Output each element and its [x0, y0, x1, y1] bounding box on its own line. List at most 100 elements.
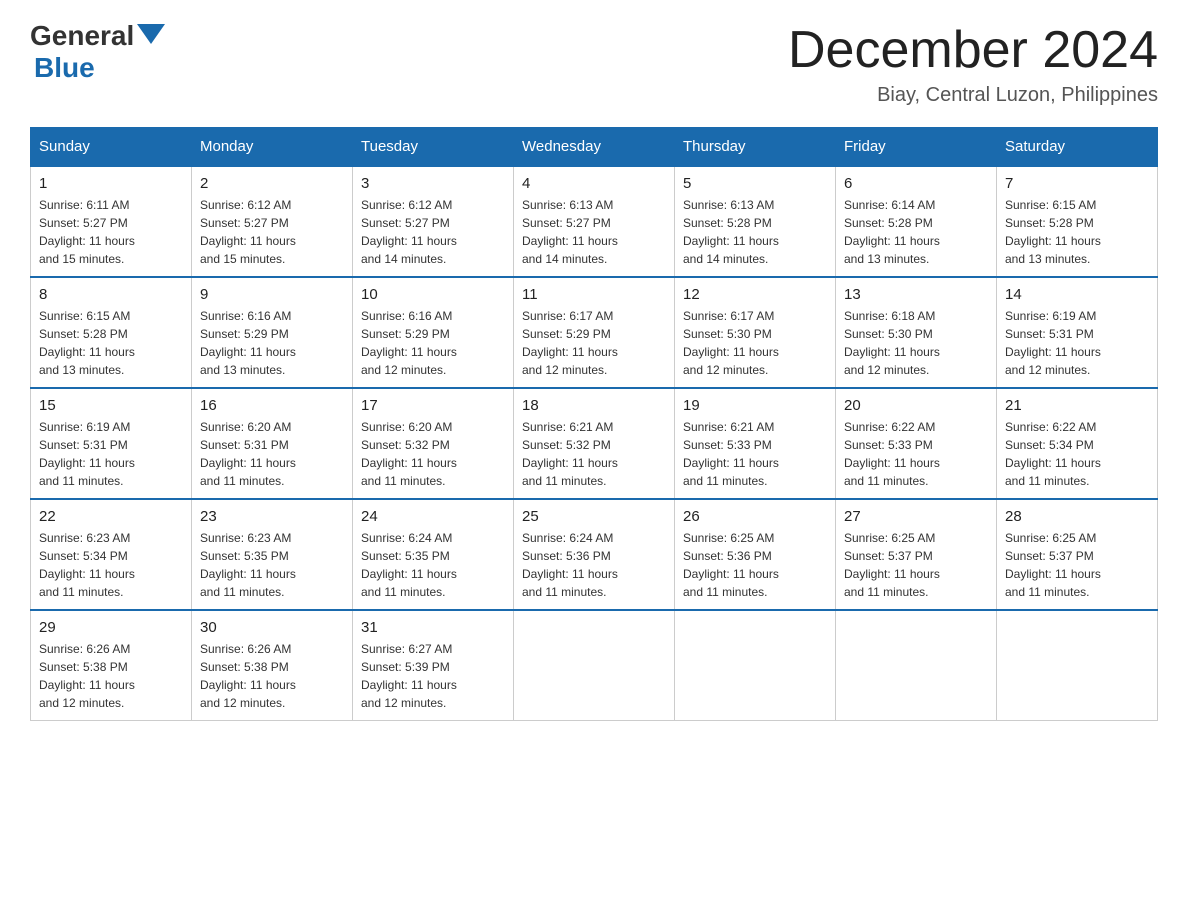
day-number: 16 [200, 397, 344, 414]
day-info: Sunrise: 6:15 AMSunset: 5:28 PMDaylight:… [39, 307, 183, 379]
calendar-cell: 6 Sunrise: 6:14 AMSunset: 5:28 PMDaylight… [836, 166, 997, 277]
day-number: 13 [844, 286, 988, 303]
calendar-body: 1 Sunrise: 6:11 AMSunset: 5:27 PMDaylight… [31, 166, 1158, 721]
calendar-cell: 7 Sunrise: 6:15 AMSunset: 5:28 PMDaylight… [997, 166, 1158, 277]
day-number: 11 [522, 286, 666, 303]
day-number: 5 [683, 175, 827, 192]
day-number: 17 [361, 397, 505, 414]
day-info: Sunrise: 6:19 AMSunset: 5:31 PMDaylight:… [1005, 307, 1149, 379]
calendar-cell: 4Sunrise: 6:13 AMSunset: 5:27 PMDaylight… [514, 166, 675, 277]
calendar-cell: 25 Sunrise: 6:24 AMSunset: 5:36 PMDayligh… [514, 499, 675, 610]
day-info: Sunrise: 6:17 AMSunset: 5:29 PMDaylight:… [522, 307, 666, 379]
calendar-week-row: 1 Sunrise: 6:11 AMSunset: 5:27 PMDaylight… [31, 166, 1158, 277]
day-info: Sunrise: 6:11 AMSunset: 5:27 PMDaylight:… [39, 196, 183, 268]
day-number: 30 [200, 619, 344, 636]
calendar-cell: 27 Sunrise: 6:25 AMSunset: 5:37 PMDayligh… [836, 499, 997, 610]
day-header-monday: Monday [192, 128, 353, 167]
calendar-cell: 21 Sunrise: 6:22 AMSunset: 5:34 PMDayligh… [997, 388, 1158, 499]
day-number: 14 [1005, 286, 1149, 303]
day-number: 23 [200, 508, 344, 525]
calendar-cell: 11 Sunrise: 6:17 AMSunset: 5:29 PMDayligh… [514, 277, 675, 388]
calendar-cell: 2 Sunrise: 6:12 AMSunset: 5:27 PMDaylight… [192, 166, 353, 277]
day-number: 10 [361, 286, 505, 303]
calendar-cell: 24 Sunrise: 6:24 AMSunset: 5:35 PMDayligh… [353, 499, 514, 610]
day-header-tuesday: Tuesday [353, 128, 514, 167]
day-header-thursday: Thursday [675, 128, 836, 167]
location-subtitle: Biay, Central Luzon, Philippines [788, 84, 1158, 107]
calendar-cell [836, 610, 997, 721]
day-number: 6 [844, 175, 988, 192]
day-info: Sunrise: 6:20 AMSunset: 5:31 PMDaylight:… [200, 418, 344, 490]
day-info: Sunrise: 6:12 AMSunset: 5:27 PMDaylight:… [361, 196, 505, 268]
day-info: Sunrise: 6:25 AMSunset: 5:36 PMDaylight:… [683, 529, 827, 601]
day-info: Sunrise: 6:24 AMSunset: 5:35 PMDaylight:… [361, 529, 505, 601]
calendar-week-row: 15 Sunrise: 6:19 AMSunset: 5:31 PMDayligh… [31, 388, 1158, 499]
calendar-cell: 9Sunrise: 6:16 AMSunset: 5:29 PMDaylight… [192, 277, 353, 388]
day-info: Sunrise: 6:17 AMSunset: 5:30 PMDaylight:… [683, 307, 827, 379]
day-info: Sunrise: 6:18 AMSunset: 5:30 PMDaylight:… [844, 307, 988, 379]
month-title: December 2024 [788, 20, 1158, 80]
day-number: 2 [200, 175, 344, 192]
day-number: 31 [361, 619, 505, 636]
calendar-cell: 20Sunrise: 6:22 AMSunset: 5:33 PMDayligh… [836, 388, 997, 499]
calendar-table: SundayMondayTuesdayWednesdayThursdayFrid… [30, 127, 1158, 721]
day-info: Sunrise: 6:15 AMSunset: 5:28 PMDaylight:… [1005, 196, 1149, 268]
calendar-cell: 30 Sunrise: 6:26 AMSunset: 5:38 PMDayligh… [192, 610, 353, 721]
day-info: Sunrise: 6:19 AMSunset: 5:31 PMDaylight:… [39, 418, 183, 490]
day-info: Sunrise: 6:24 AMSunset: 5:36 PMDaylight:… [522, 529, 666, 601]
day-info: Sunrise: 6:23 AMSunset: 5:34 PMDaylight:… [39, 529, 183, 601]
day-number: 8 [39, 286, 183, 303]
calendar-week-row: 29 Sunrise: 6:26 AMSunset: 5:38 PMDayligh… [31, 610, 1158, 721]
calendar-cell: 3 Sunrise: 6:12 AMSunset: 5:27 PMDaylight… [353, 166, 514, 277]
calendar-cell: 28Sunrise: 6:25 AMSunset: 5:37 PMDayligh… [997, 499, 1158, 610]
calendar-cell: 19 Sunrise: 6:21 AMSunset: 5:33 PMDayligh… [675, 388, 836, 499]
calendar-cell: 12Sunrise: 6:17 AMSunset: 5:30 PMDayligh… [675, 277, 836, 388]
day-number: 25 [522, 508, 666, 525]
day-header-wednesday: Wednesday [514, 128, 675, 167]
calendar-cell: 31Sunrise: 6:27 AMSunset: 5:39 PMDayligh… [353, 610, 514, 721]
day-number: 24 [361, 508, 505, 525]
day-number: 7 [1005, 175, 1149, 192]
day-number: 3 [361, 175, 505, 192]
logo-triangle-icon [137, 24, 165, 44]
calendar-cell: 29 Sunrise: 6:26 AMSunset: 5:38 PMDayligh… [31, 610, 192, 721]
day-number: 9 [200, 286, 344, 303]
day-info: Sunrise: 6:23 AMSunset: 5:35 PMDaylight:… [200, 529, 344, 601]
day-info: Sunrise: 6:20 AMSunset: 5:32 PMDaylight:… [361, 418, 505, 490]
day-header-friday: Friday [836, 128, 997, 167]
day-info: Sunrise: 6:12 AMSunset: 5:27 PMDaylight:… [200, 196, 344, 268]
calendar-cell: 23 Sunrise: 6:23 AMSunset: 5:35 PMDayligh… [192, 499, 353, 610]
calendar-cell: 22 Sunrise: 6:23 AMSunset: 5:34 PMDayligh… [31, 499, 192, 610]
day-number: 4 [522, 175, 666, 192]
day-info: Sunrise: 6:14 AMSunset: 5:28 PMDaylight:… [844, 196, 988, 268]
calendar-cell [675, 610, 836, 721]
day-info: Sunrise: 6:21 AMSunset: 5:33 PMDaylight:… [683, 418, 827, 490]
day-number: 18 [522, 397, 666, 414]
calendar-cell: 16 Sunrise: 6:20 AMSunset: 5:31 PMDayligh… [192, 388, 353, 499]
day-number: 19 [683, 397, 827, 414]
calendar-cell: 13 Sunrise: 6:18 AMSunset: 5:30 PMDayligh… [836, 277, 997, 388]
day-number: 29 [39, 619, 183, 636]
day-number: 15 [39, 397, 183, 414]
days-header-row: SundayMondayTuesdayWednesdayThursdayFrid… [31, 128, 1158, 167]
day-number: 27 [844, 508, 988, 525]
day-info: Sunrise: 6:22 AMSunset: 5:34 PMDaylight:… [1005, 418, 1149, 490]
day-info: Sunrise: 6:26 AMSunset: 5:38 PMDaylight:… [200, 640, 344, 712]
day-number: 1 [39, 175, 183, 192]
calendar-week-row: 8 Sunrise: 6:15 AMSunset: 5:28 PMDaylight… [31, 277, 1158, 388]
day-info: Sunrise: 6:25 AMSunset: 5:37 PMDaylight:… [844, 529, 988, 601]
calendar-cell: 18 Sunrise: 6:21 AMSunset: 5:32 PMDayligh… [514, 388, 675, 499]
day-number: 21 [1005, 397, 1149, 414]
calendar-cell [514, 610, 675, 721]
day-number: 22 [39, 508, 183, 525]
day-info: Sunrise: 6:21 AMSunset: 5:32 PMDaylight:… [522, 418, 666, 490]
logo-general-text: General [30, 20, 134, 52]
calendar-cell: 10Sunrise: 6:16 AMSunset: 5:29 PMDayligh… [353, 277, 514, 388]
day-header-saturday: Saturday [997, 128, 1158, 167]
calendar-cell: 17 Sunrise: 6:20 AMSunset: 5:32 PMDayligh… [353, 388, 514, 499]
calendar-cell: 14 Sunrise: 6:19 AMSunset: 5:31 PMDayligh… [997, 277, 1158, 388]
day-header-sunday: Sunday [31, 128, 192, 167]
day-info: Sunrise: 6:26 AMSunset: 5:38 PMDaylight:… [39, 640, 183, 712]
calendar-cell: 8 Sunrise: 6:15 AMSunset: 5:28 PMDaylight… [31, 277, 192, 388]
day-info: Sunrise: 6:13 AMSunset: 5:28 PMDaylight:… [683, 196, 827, 268]
